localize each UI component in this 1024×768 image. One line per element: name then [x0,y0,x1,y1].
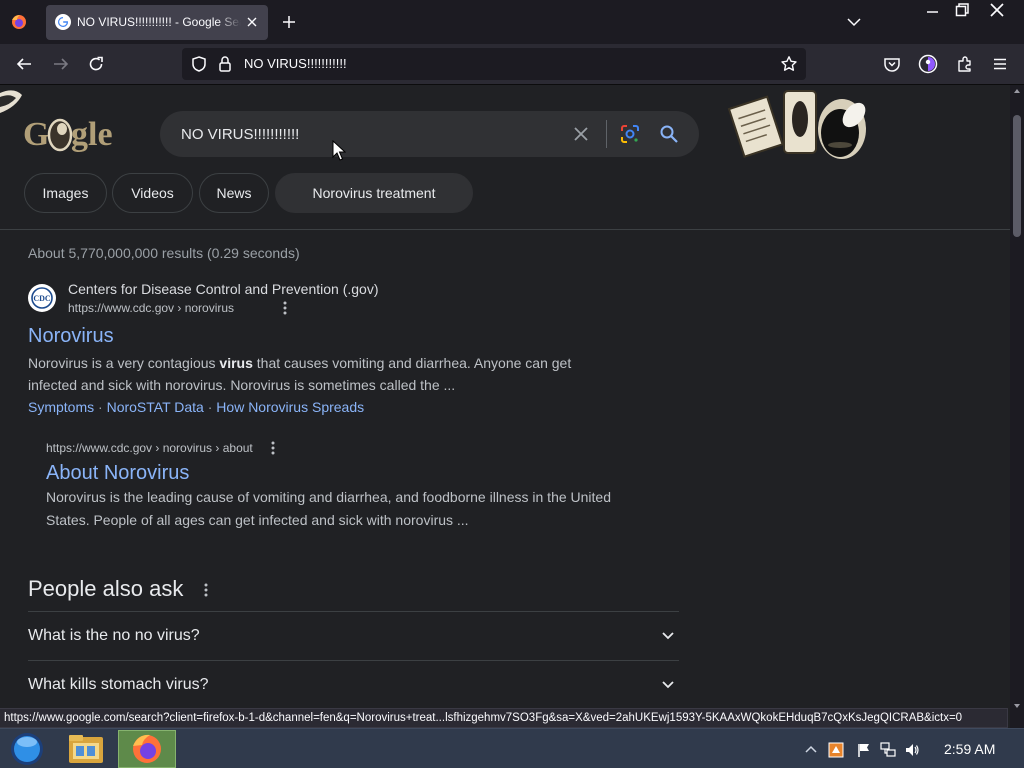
search-divider [606,120,607,148]
search-magnifier-icon[interactable] [659,124,679,144]
result-url[interactable]: https://www.cdc.gov › norovirus [68,301,234,315]
clear-search-x-icon[interactable] [572,125,590,143]
address-bar[interactable]: NO VIRUS!!!!!!!!!!! [182,48,806,80]
file-explorer-taskbar-icon[interactable] [62,731,110,767]
sub-result-snippet-line-1: Norovirus is the leading cause of vomiti… [46,489,612,505]
window-restore-icon[interactable] [953,2,971,18]
result-stats: About 5,770,000,000 results (0.29 second… [28,245,300,261]
search-results-page: G gle NO VIRUS!!!!!!!!!!! Images Videos … [0,85,1010,728]
link-status-overlay: https://www.google.com/search?client=fir… [0,708,1008,728]
navigation-toolbar: NO VIRUS!!!!!!!!!!! [0,44,1024,85]
google-lens-camera-icon[interactable] [620,124,640,144]
chevron-down-icon[interactable] [661,631,675,641]
paa-question[interactable]: What is the no no virus? [28,627,200,645]
result-more-options-icon[interactable] [283,301,287,315]
start-button-orb-icon[interactable] [8,731,46,767]
windows-taskbar: 2:59 AM [0,728,1024,768]
list-all-tabs-chevron-icon[interactable] [846,15,862,29]
bookmark-star-icon[interactable] [780,55,798,73]
mouse-pointer-icon [332,140,346,162]
chevron-down-icon[interactable] [661,680,675,690]
sub-result-snippet-line-2: States. People of all ages can get infec… [46,512,469,528]
header-divider [0,229,1010,230]
firefox-taskbar-button[interactable] [118,730,176,768]
reload-icon[interactable] [87,55,105,73]
page-scrollbar[interactable] [1010,85,1024,728]
cdc-favicon-icon[interactable]: CDC [28,284,56,312]
chip-norovirus-treatment[interactable]: Norovirus treatment [275,173,473,213]
sitelink-norostat-data[interactable]: NoroSTAT Data [107,399,204,415]
google-doodle-logo[interactable]: G gle [0,85,130,165]
sitelink-how-norovirus-spreads[interactable]: How Norovirus Spreads [216,399,364,415]
taskbar-clock[interactable]: 2:59 AM [944,741,995,757]
show-hidden-icons-chevron-icon[interactable] [803,742,819,758]
chip-images[interactable]: Images [24,173,107,213]
new-tab-plus-icon[interactable] [280,13,298,31]
result-sitelinks: Symptoms · NoroSTAT Data · How Norovirus… [28,399,365,415]
paa-question[interactable]: What kills stomach virus? [28,676,209,694]
svg-text:G: G [23,116,49,153]
window-minimize-icon[interactable] [924,3,942,17]
forward-arrow-icon[interactable] [52,55,70,73]
volume-speaker-icon[interactable] [904,742,920,758]
result-title-link[interactable]: Norovirus [28,325,114,348]
people-also-ask-more-icon[interactable] [204,583,208,597]
chip-news[interactable]: News [199,173,269,213]
scroll-up-arrow-icon[interactable] [1013,87,1021,95]
scrollbar-thumb[interactable] [1013,115,1021,237]
tray-app-icon[interactable] [828,742,844,758]
svg-text:gle: gle [71,116,113,153]
paa-divider [28,611,679,612]
tracking-protection-shield-icon[interactable] [190,55,208,73]
pocket-icon[interactable] [883,55,901,73]
network-icon[interactable] [880,742,896,758]
search-box[interactable]: NO VIRUS!!!!!!!!!!! [160,111,699,157]
tab-strip: NO VIRUS!!!!!!!!!!! - Google Search [0,0,1024,44]
sub-result-url[interactable]: https://www.cdc.gov › norovirus › about [46,441,253,455]
google-favicon-icon [55,14,71,30]
url-text: NO VIRUS!!!!!!!!!!! [244,56,347,71]
active-tab[interactable]: NO VIRUS!!!!!!!!!!! - Google Search [46,5,268,40]
action-center-flag-icon[interactable] [856,742,872,758]
result-snippet-line-2: infected and sick with norovirus. Norovi… [28,377,456,393]
people-also-ask-heading: People also ask [28,576,184,601]
account-sync-icon[interactable] [918,54,938,74]
scroll-down-arrow-icon[interactable] [1013,702,1021,710]
sub-result-title-link[interactable]: About Norovirus [46,462,189,485]
chip-videos[interactable]: Videos [112,173,193,213]
hovered-link-url: https://www.google.com/search?client=fir… [4,712,963,724]
doodle-illustration [720,85,880,167]
tab-title: NO VIRUS!!!!!!!!!!! - Google Search [77,15,241,29]
firefox-view-icon[interactable] [10,13,28,31]
extensions-puzzle-icon[interactable] [956,55,974,73]
sitelink-symptoms[interactable]: Symptoms [28,399,94,415]
app-menu-hamburger-icon[interactable] [991,55,1009,73]
lock-icon[interactable] [217,55,233,73]
svg-text:CDC: CDC [33,294,51,303]
window-close-icon[interactable] [988,2,1006,18]
paa-divider [28,660,679,661]
result-site-name[interactable]: Centers for Disease Control and Preventi… [68,281,378,297]
sub-result-more-options-icon[interactable] [271,441,275,455]
back-arrow-icon[interactable] [15,55,33,73]
tab-close-icon[interactable] [245,15,259,29]
result-snippet-line-1: Norovirus is a very contagious virus tha… [28,355,572,371]
search-query-text[interactable]: NO VIRUS!!!!!!!!!!! [181,126,299,143]
